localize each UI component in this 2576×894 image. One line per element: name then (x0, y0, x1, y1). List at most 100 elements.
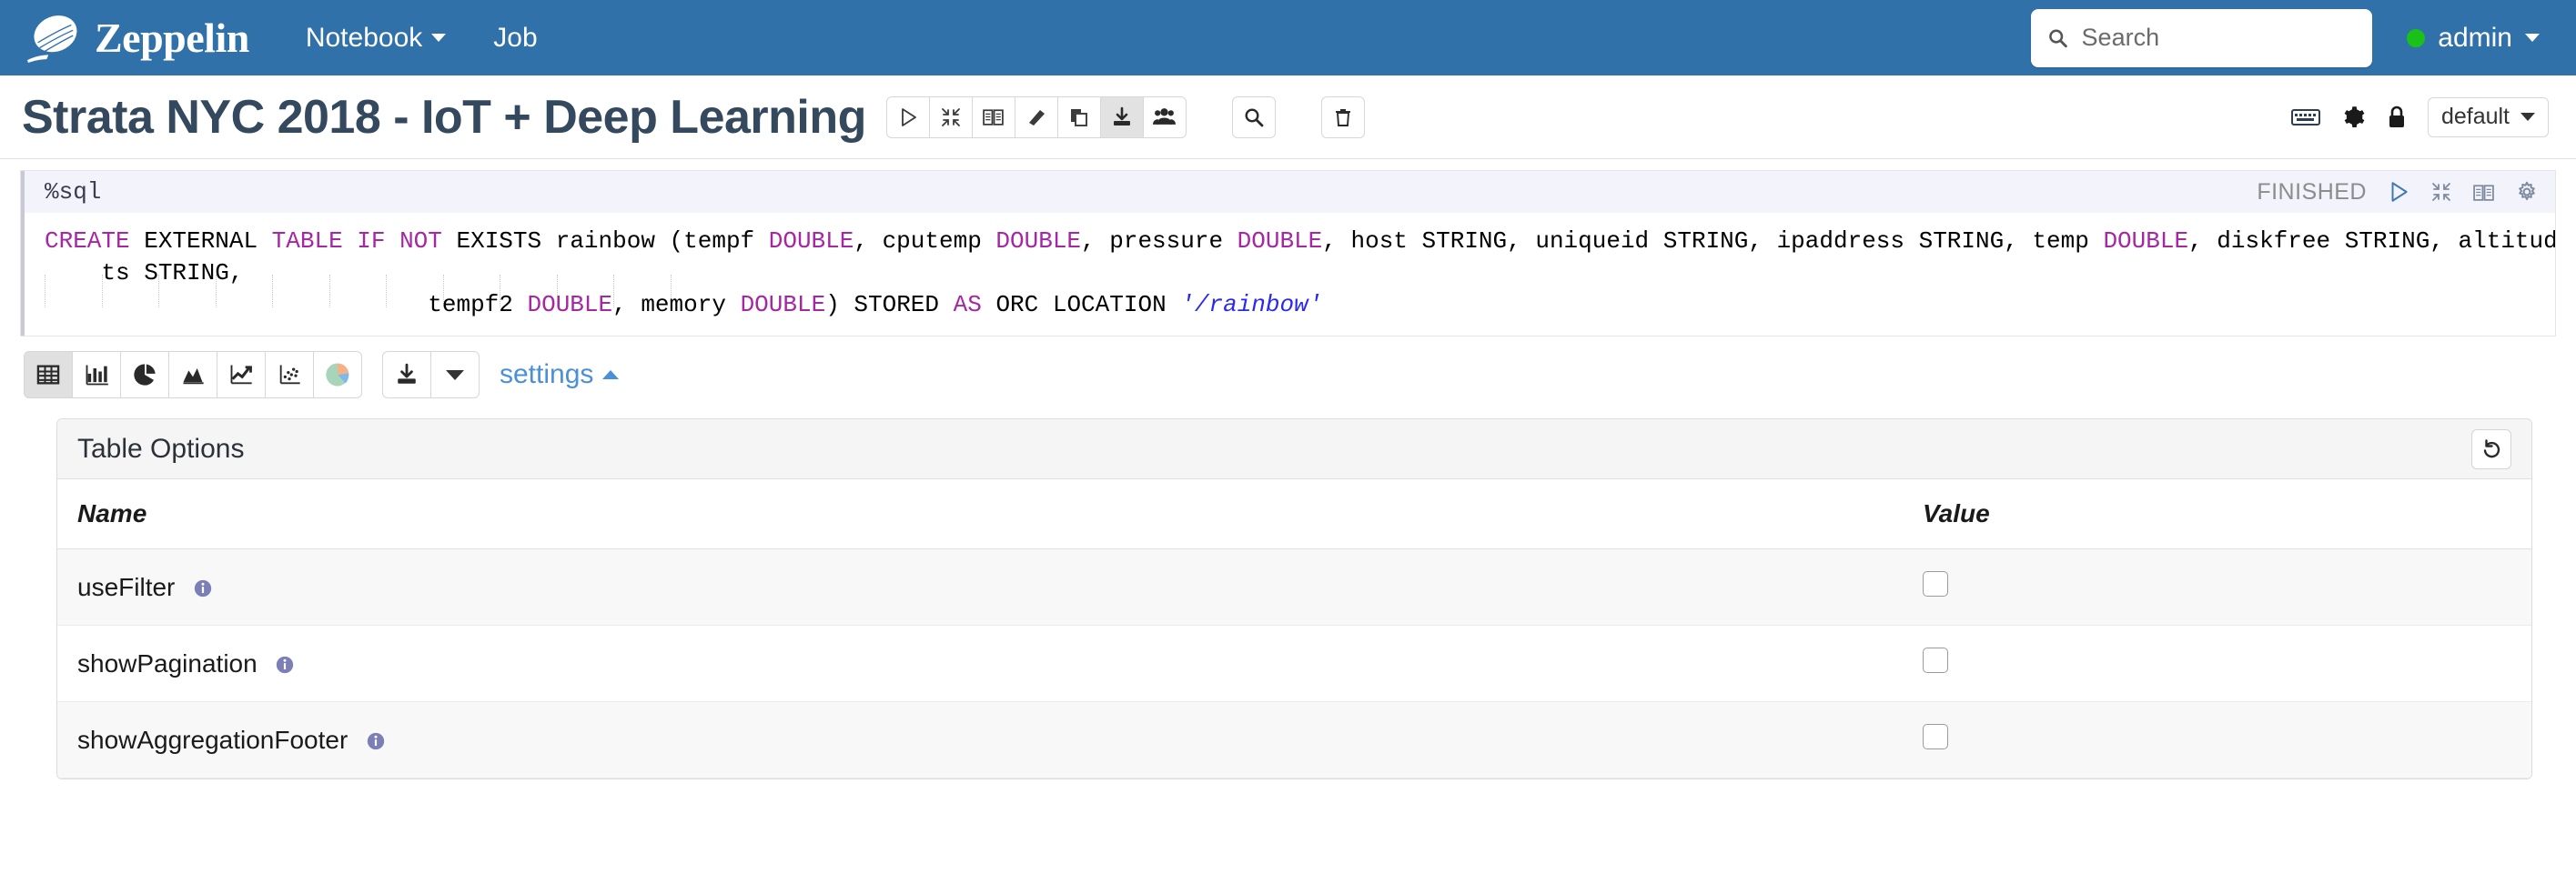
run-all-paragraphs-button[interactable] (885, 95, 930, 138)
nav-item-job-label: Job (493, 22, 538, 53)
nav-item-job[interactable]: Job (493, 23, 537, 54)
brand-text: Zeppelin (95, 14, 249, 61)
run-paragraph-button[interactable] (2387, 180, 2410, 204)
chevron-down-icon (431, 34, 447, 42)
info-icon[interactable] (366, 731, 386, 751)
search-icon (1245, 107, 1264, 126)
viz-table-button[interactable] (24, 351, 73, 398)
trash-icon (1335, 108, 1350, 126)
note-permissions-button[interactable] (1142, 95, 1187, 138)
option-name-cell: showPagination (57, 625, 1923, 702)
option-label-usefilter: useFilter (77, 572, 176, 601)
option-label-showpagination: showPagination (77, 648, 258, 678)
lock-icon (2389, 105, 2404, 127)
note-lock-button[interactable] (2386, 105, 2408, 129)
caret-down-icon (446, 369, 464, 380)
keyboard-icon (2290, 108, 2320, 126)
info-icon[interactable] (275, 655, 295, 675)
line-chart-icon (230, 365, 252, 385)
option-name-cell: showAggregationFooter (57, 701, 1923, 778)
search-button-group (1231, 95, 1276, 138)
copy-icon (1070, 108, 1087, 126)
connection-status-dot (2407, 28, 2426, 47)
play-icon (901, 107, 916, 126)
pie-chart-icon (134, 364, 156, 386)
user-menu[interactable]: admin (2407, 23, 2540, 54)
search-box[interactable] (2031, 8, 2373, 67)
nav-links: Notebook Job (306, 23, 538, 54)
collapse-paragraph-button[interactable] (2430, 181, 2452, 203)
viz-line-chart-button[interactable] (217, 351, 266, 398)
info-icon[interactable] (193, 578, 213, 598)
interpreter-binding-select[interactable]: default (2427, 96, 2549, 137)
settings-toggle[interactable]: settings (500, 359, 620, 390)
bar-chart-icon (86, 365, 108, 386)
info-circle-icon (194, 579, 212, 598)
download-format-dropdown[interactable] (430, 351, 480, 398)
paragraph-controls: FINISHED (2257, 179, 2539, 206)
viz-pie-chart-button[interactable] (120, 351, 169, 398)
table-options-table: Name Value useFilter showPagination show… (57, 479, 2531, 778)
checkbox-showaggregationfooter[interactable] (1923, 724, 1948, 749)
checkbox-usefilter[interactable] (1923, 571, 1948, 597)
area-chart-icon (183, 368, 204, 385)
zeppelin-airship-logo (27, 15, 77, 63)
show-hide-editor-button[interactable] (2472, 181, 2495, 204)
clear-output-button[interactable] (1014, 95, 1058, 138)
caret-up-icon (602, 370, 620, 379)
page-title[interactable]: Strata NYC 2018 - IoT + Deep Learning (22, 90, 866, 145)
info-circle-icon (367, 732, 385, 750)
search-input[interactable] (2079, 23, 2357, 53)
nav-item-notebook[interactable]: Notebook (306, 23, 447, 54)
info-circle-icon (277, 656, 294, 674)
table-row: showAggregationFooter (57, 701, 2531, 778)
paragraph-settings-button[interactable] (2515, 180, 2539, 204)
navbar-right: admin (2031, 8, 2556, 67)
brand-home-link[interactable]: Zeppelin (25, 13, 249, 64)
option-value-cell (1923, 625, 2531, 702)
table-options-body: useFilter showPagination showAggregation… (57, 548, 2531, 778)
search-code-button[interactable] (1231, 95, 1276, 138)
table-options-title: Table Options (77, 433, 245, 464)
checkbox-showpagination[interactable] (1923, 648, 1948, 673)
chevron-down-icon (2520, 113, 2535, 121)
settings-toggle-label: settings (500, 359, 594, 389)
paragraph-interpreter-label: %sql (45, 178, 102, 206)
gear-icon (2519, 181, 2535, 201)
viz-scatter-chart-button[interactable] (265, 351, 314, 398)
delete-note-button[interactable] (1320, 95, 1365, 138)
viz-bar-chart-button[interactable] (72, 351, 121, 398)
keyboard-shortcuts-button[interactable] (2290, 106, 2320, 128)
reset-options-button[interactable] (2471, 428, 2511, 469)
download-icon (1113, 106, 1130, 126)
table-options-header: Table Options (57, 419, 2531, 479)
column-header-name: Name (57, 479, 1923, 549)
play-icon (2391, 182, 2408, 202)
code-editor[interactable]: CREATE EXTERNAL TABLE IF NOT EXISTS rain… (21, 213, 2555, 336)
download-icon (398, 363, 416, 384)
titlebar-right-controls: default (2290, 96, 2554, 137)
collapse-arrows-icon (941, 107, 960, 126)
top-navbar: Zeppelin Notebook Job admin (0, 0, 2576, 75)
table-row: showPagination (57, 625, 2531, 702)
eraser-icon (1028, 109, 1045, 126)
scatter-chart-icon (279, 365, 300, 385)
interpreter-binding-value: default (2440, 104, 2510, 129)
show-hide-code-button[interactable] (971, 95, 1015, 138)
undo-arrow-icon (2483, 438, 2500, 457)
user-name-label: admin (2438, 22, 2512, 53)
collapse-all-button[interactable] (928, 95, 973, 138)
viz-helium-pie-button[interactable] (313, 351, 362, 398)
viz-area-chart-button[interactable] (168, 351, 217, 398)
download-data-button[interactable] (382, 351, 431, 398)
export-note-button[interactable] (1099, 95, 1144, 138)
note-settings-button[interactable] (2340, 105, 2366, 130)
note-action-toolbar (885, 95, 1187, 138)
table-options-panel: Table Options Name Value useFilter showP… (56, 418, 2532, 779)
code-line: ts STRING, (45, 259, 244, 286)
book-icon (983, 109, 1005, 126)
paragraph-status-label: FINISHED (2257, 178, 2367, 205)
clone-note-button[interactable] (1056, 95, 1101, 138)
option-value-cell (1923, 701, 2531, 778)
collapse-arrows-icon (2432, 183, 2450, 201)
